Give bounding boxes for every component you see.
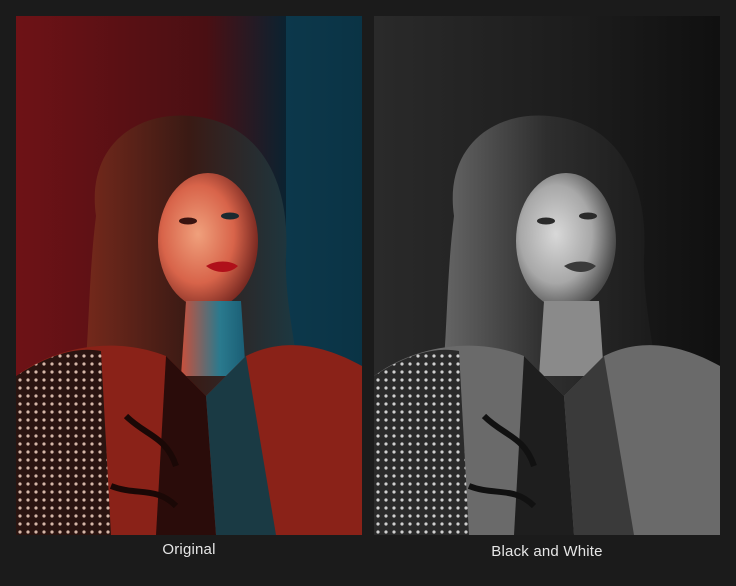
bw-photo xyxy=(374,16,720,535)
bw-photo-art xyxy=(374,16,720,535)
original-photo-art xyxy=(16,16,362,535)
bw-caption: Black and White xyxy=(491,543,603,560)
comparison-stage: Original Black and White xyxy=(0,0,736,586)
original-photo xyxy=(16,16,362,535)
original-caption: Original xyxy=(162,541,216,558)
